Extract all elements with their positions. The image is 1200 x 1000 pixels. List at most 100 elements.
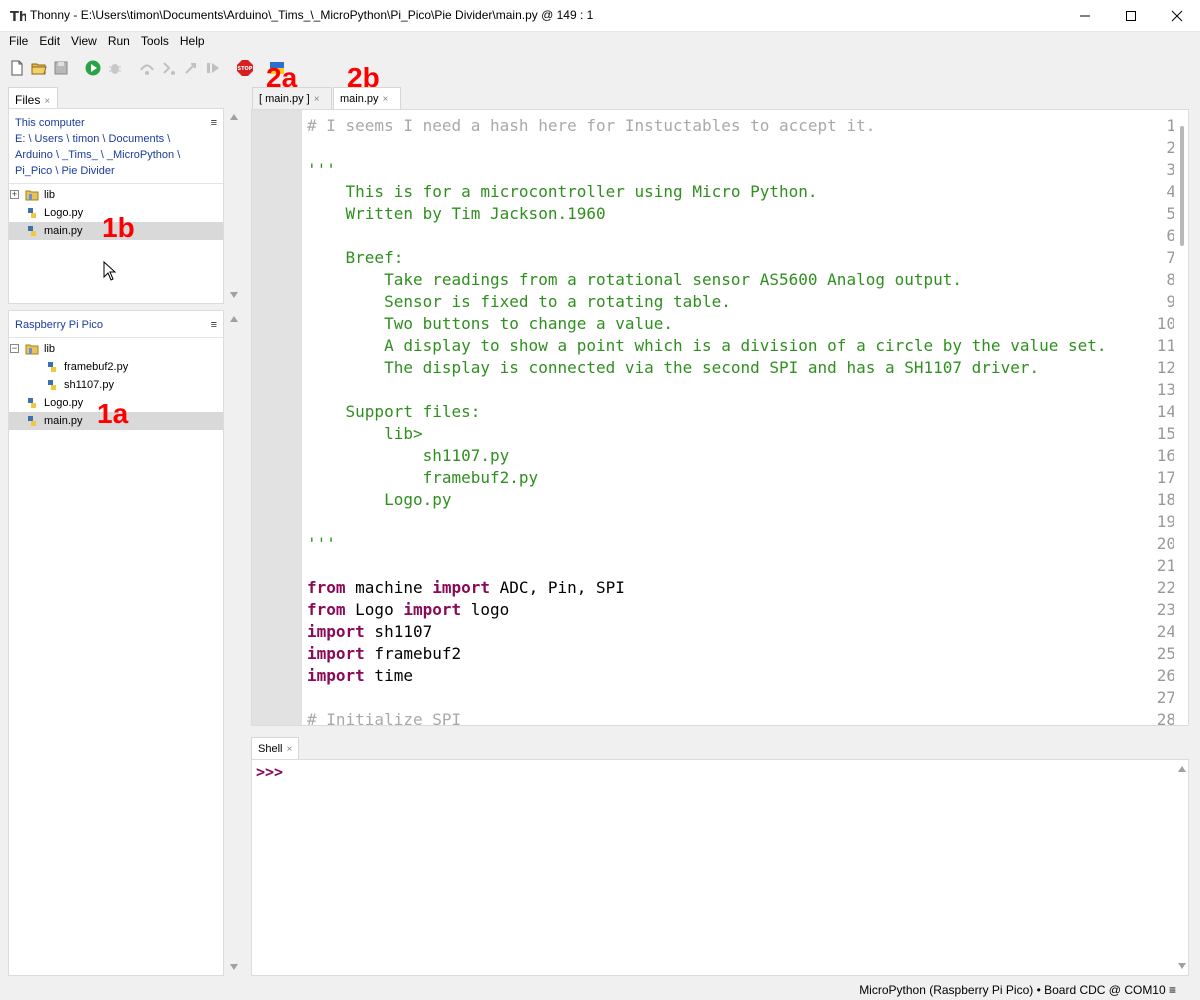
scroll-up-icon[interactable] xyxy=(1178,766,1186,772)
code-text: time xyxy=(364,666,413,685)
files-tab-label: Files xyxy=(15,93,41,107)
shell-tab[interactable]: Shell × xyxy=(251,737,299,759)
line-number: 9 xyxy=(1166,292,1176,311)
open-folder-icon[interactable] xyxy=(30,59,48,77)
menu-run[interactable]: Run xyxy=(103,32,135,52)
debug-icon[interactable] xyxy=(106,59,124,77)
tree-file-sh1107[interactable]: sh1107.py xyxy=(9,376,223,394)
this-computer-title[interactable]: This computer xyxy=(15,115,217,131)
menu-tools[interactable]: Tools xyxy=(136,32,174,52)
line-number: 20 xyxy=(1156,534,1176,553)
scroll-down-icon[interactable] xyxy=(1178,963,1186,969)
tree-label: Logo.py xyxy=(44,207,84,219)
code-line-5: Written by Tim Jackson.1960 xyxy=(307,204,606,223)
code-line-7: Breef: xyxy=(307,248,404,267)
expand-icon[interactable]: + xyxy=(10,190,19,199)
tree-file-framebuf2[interactable]: framebuf2.py xyxy=(9,358,223,376)
scroll-down-icon[interactable] xyxy=(230,964,238,970)
close-tab-icon[interactable]: × xyxy=(286,744,292,755)
scroll-up-icon[interactable] xyxy=(230,114,238,120)
python-file-icon xyxy=(28,398,36,408)
step-out-icon[interactable] xyxy=(182,59,200,77)
computer-scrollbar[interactable] xyxy=(226,108,242,304)
code-line-25: import framebuf2 xyxy=(307,644,461,663)
interpreter-status[interactable]: MicroPython (Raspberry Pi Pico) • Board … xyxy=(859,983,1176,997)
run-icon[interactable] xyxy=(84,59,102,77)
new-file-icon[interactable] xyxy=(8,59,26,77)
close-tab-icon[interactable]: × xyxy=(383,94,389,105)
line-number: 11 xyxy=(1156,336,1176,355)
minimize-button[interactable] xyxy=(1062,0,1108,32)
maximize-button[interactable] xyxy=(1108,0,1154,32)
folder-icon xyxy=(25,344,39,355)
code-line-26: import time xyxy=(307,666,413,685)
line-number: 23 xyxy=(1156,600,1176,619)
code-text: framebuf2 xyxy=(364,644,462,663)
line-number: 12 xyxy=(1156,358,1176,377)
svg-text:Th: Th xyxy=(10,10,26,24)
code-line-23: from Logo import logo xyxy=(307,600,509,619)
line-number: 24 xyxy=(1156,622,1176,641)
keyword: import xyxy=(432,578,491,597)
shell-scrollbar[interactable] xyxy=(1175,760,1189,975)
path-line-2[interactable]: Arduino \ _Tims_ \ _MicroPython \ xyxy=(15,147,217,163)
panel-menu-icon[interactable]: ≡ xyxy=(211,115,217,131)
stop-icon[interactable]: STOP xyxy=(236,59,254,77)
tab-label: [ main.py ] xyxy=(259,93,310,105)
python-file-icon xyxy=(28,226,36,236)
mouse-cursor-icon xyxy=(103,261,117,281)
pico-title[interactable]: Raspberry Pi Pico xyxy=(15,317,217,333)
code-line-10: Two buttons to change a value. xyxy=(307,314,674,333)
code-line-28: # Initialize SPI xyxy=(307,710,462,726)
editor-scroll-thumb[interactable] xyxy=(1180,126,1184,246)
line-number: 18 xyxy=(1156,490,1176,509)
annotation-1b: 1b xyxy=(102,212,135,243)
close-window-button[interactable] xyxy=(1154,0,1200,32)
scroll-up-icon[interactable] xyxy=(230,316,238,322)
tree-label: sh1107.py xyxy=(64,379,114,391)
collapse-icon[interactable]: − xyxy=(10,344,19,353)
close-tab-icon[interactable]: × xyxy=(314,94,320,105)
shell-console[interactable] xyxy=(251,759,1189,976)
step-over-icon[interactable] xyxy=(138,59,156,77)
line-number: 16 xyxy=(1156,446,1176,465)
tab-label: main.py xyxy=(340,93,379,105)
step-into-icon[interactable] xyxy=(160,59,178,77)
svg-text:STOP: STOP xyxy=(238,66,253,72)
menu-file[interactable]: File xyxy=(4,32,33,52)
line-number: 7 xyxy=(1166,248,1176,267)
code-text: machine xyxy=(345,578,433,597)
maximize-icon xyxy=(1126,11,1136,21)
path-line-3[interactable]: Pi_Pico \ Pie Divider xyxy=(15,163,217,179)
line-number: 21 xyxy=(1156,556,1176,575)
code-line-12: The display is connected via the second … xyxy=(307,358,1040,377)
menu-view[interactable]: View xyxy=(66,32,102,52)
save-icon[interactable] xyxy=(52,59,70,77)
line-number-gutter xyxy=(252,110,302,725)
scroll-down-icon[interactable] xyxy=(230,292,238,298)
editor-tab-device-main[interactable]: [ main.py ] × xyxy=(252,87,332,109)
keyword: import xyxy=(307,622,365,641)
path-line-1[interactable]: E: \ Users \ timon \ Documents \ xyxy=(15,131,217,147)
tree-folder-lib[interactable]: − lib xyxy=(9,340,223,358)
close-tab-icon[interactable]: × xyxy=(44,96,50,107)
menu-edit[interactable]: Edit xyxy=(34,32,65,52)
line-number: 22 xyxy=(1156,578,1176,597)
line-number: 8 xyxy=(1166,270,1176,289)
code-editor[interactable]: 1 2 3 4 5 6 7 8 9 10 11 12 13 14 15 16 1… xyxy=(251,109,1189,726)
resume-icon[interactable] xyxy=(204,59,222,77)
editor-tab-local-main[interactable]: main.py × xyxy=(333,87,401,109)
python-file-icon xyxy=(28,416,36,426)
code-line-1: # I seems I need a hash here for Instuct… xyxy=(307,116,876,135)
line-number: 14 xyxy=(1156,402,1176,421)
pico-scrollbar[interactable] xyxy=(226,310,242,976)
menu-help[interactable]: Help xyxy=(175,32,210,52)
panel-menu-icon[interactable]: ≡ xyxy=(211,317,217,333)
tree-label: lib xyxy=(44,189,56,201)
tree-folder-lib[interactable]: + lib xyxy=(9,186,223,204)
files-tab[interactable]: Files × xyxy=(8,87,58,109)
line-number: 27 xyxy=(1156,688,1176,707)
tree-label: framebuf2.py xyxy=(64,361,129,373)
code-text: sh1107 xyxy=(364,622,433,641)
thonny-app-icon: Th xyxy=(10,10,26,24)
